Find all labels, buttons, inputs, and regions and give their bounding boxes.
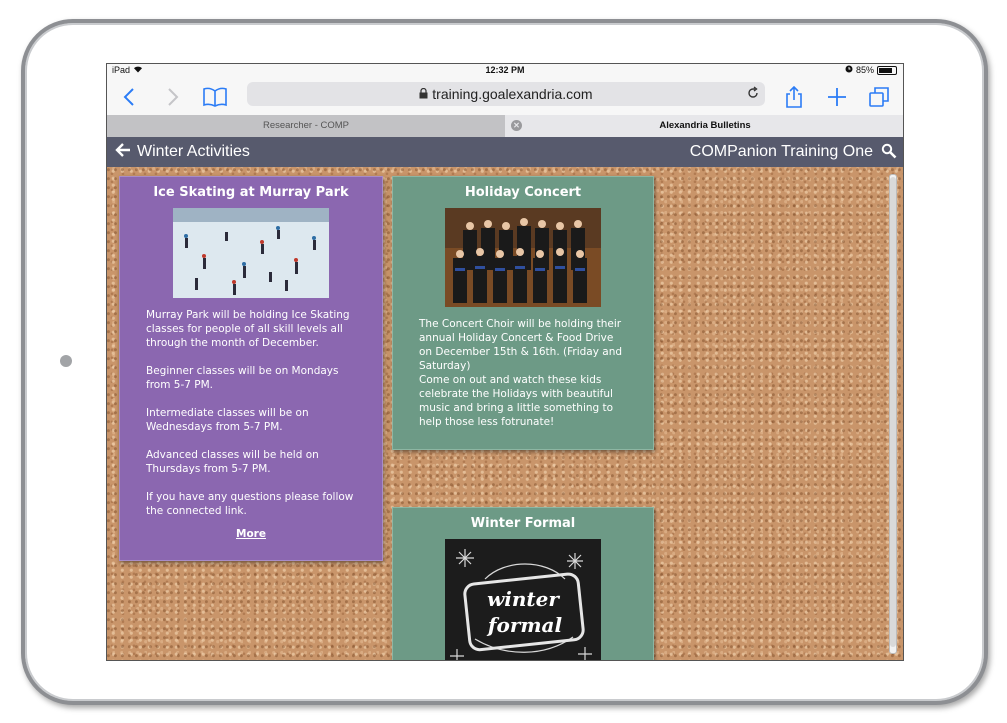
status-bar: iPad 12:32 PM 85% (107, 64, 903, 78)
card-title: Winter Formal (470, 516, 576, 531)
alarm-icon (845, 65, 853, 75)
home-button[interactable] (60, 355, 72, 367)
search-icon[interactable] (881, 143, 897, 164)
page-title: Winter Activities (137, 143, 250, 160)
clock: 12:32 PM (485, 65, 525, 75)
app-header: Winter Activities COMPanion Training One (107, 137, 903, 167)
choir-photo (445, 208, 601, 307)
scrollbar[interactable] (889, 174, 897, 654)
battery-icon (877, 65, 897, 75)
tab-label: Alexandria Bulletins (659, 120, 751, 131)
card-title: Holiday Concert (464, 185, 582, 200)
status-right: 85% (845, 65, 897, 75)
card-title: Ice Skating at Murray Park (153, 185, 349, 200)
share-icon[interactable] (785, 83, 803, 111)
winter-formal-image: winter formal (445, 539, 601, 660)
tab-label: Researcher - COMP (262, 120, 350, 131)
tab-researcher[interactable]: Researcher - COMP (107, 115, 505, 137)
url-text: training.goalexandria.com (432, 86, 593, 102)
close-icon[interactable]: ✕ (511, 120, 522, 131)
screen: iPad 12:32 PM 85% training.goalexandria.… (106, 63, 904, 661)
forward-chevron-icon[interactable] (167, 83, 179, 111)
tab-strip: Researcher - COMP ✕ Alexandria Bulletins (107, 115, 903, 137)
new-tab-icon[interactable] (827, 83, 847, 111)
tabs-overview-icon[interactable] (869, 83, 889, 111)
card-body: Murray Park will be holding Ice Skating … (146, 309, 354, 517)
bookmarks-icon[interactable] (203, 83, 227, 111)
winter-formal-text-1: winter (487, 587, 560, 611)
bulletin-card-winter-formal[interactable]: Winter Formal winter formal (392, 507, 654, 660)
scrollbar-thumb[interactable] (890, 177, 896, 647)
library-name: COMPanion Training One (689, 143, 873, 160)
battery-percent: 85% (855, 65, 874, 75)
lock-icon (419, 86, 432, 102)
more-link[interactable]: More (120, 527, 382, 541)
address-bar[interactable]: training.goalexandria.com (247, 82, 765, 106)
back-arrow-icon[interactable] (115, 142, 131, 163)
tab-alexandria-bulletins[interactable]: ✕ Alexandria Bulletins (505, 115, 903, 137)
browser-toolbar: training.goalexandria.com (107, 78, 903, 118)
reload-icon[interactable] (747, 83, 759, 107)
bulletin-card-holiday-concert[interactable]: Holiday Concert The Concert Choir will b… (392, 176, 654, 450)
card-body: The Concert Choir will be holding their … (419, 318, 623, 428)
back-chevron-icon[interactable] (123, 83, 135, 111)
bulletin-card-ice-skating[interactable]: Ice Skating at Murray Park Murray Park w… (119, 176, 383, 561)
winter-formal-text-2: formal (486, 613, 563, 637)
ice-skating-photo (173, 208, 329, 298)
bulletin-board: Ice Skating at Murray Park Murray Park w… (107, 167, 903, 660)
